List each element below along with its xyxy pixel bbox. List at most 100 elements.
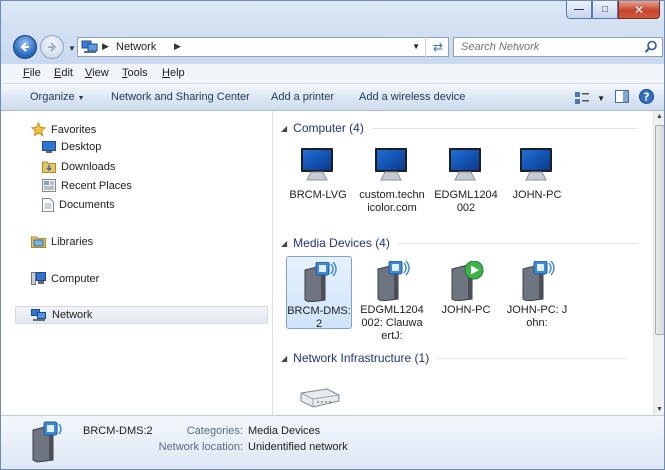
network-location-icon (81, 40, 99, 57)
sidebar-item-label: Documents (59, 199, 115, 211)
computer-tile-brcm-lvg[interactable]: BRCM-LVG (285, 144, 351, 202)
help-button[interactable]: ? (639, 89, 654, 107)
documents-icon (42, 198, 54, 212)
collapse-triangle-icon[interactable]: ◢ (281, 124, 287, 133)
collapse-triangle-icon[interactable]: ◢ (281, 354, 287, 363)
media-tile-edgml1204002[interactable]: EDGML1204002: ClauwaertJ: (359, 259, 425, 343)
media-tile-john-pc[interactable]: JOHN-PC (433, 259, 499, 317)
computer-tile-edgml1204002[interactable]: EDGML1204002 (433, 144, 499, 215)
tile-label: custom.technicolor.com (359, 189, 425, 214)
group-divider (397, 242, 638, 244)
group-title: Computer (4) (293, 121, 364, 135)
router-icon (286, 373, 352, 409)
search-icon[interactable] (644, 40, 658, 57)
preview-pane-button[interactable] (615, 90, 629, 106)
menu-tools[interactable]: Tools (122, 67, 148, 79)
menu-help[interactable]: Help (162, 67, 185, 79)
breadcrumb-network[interactable]: Network (116, 41, 156, 53)
menu-edit[interactable]: Edit (54, 67, 73, 79)
computer-monitor-icon (285, 144, 351, 186)
menu-file[interactable]: File (23, 67, 41, 79)
group-divider (437, 357, 628, 359)
media-player-icon (433, 259, 499, 301)
vertical-scrollbar[interactable]: ▲ ▼ (653, 111, 664, 415)
sidebar-item-favorites[interactable]: Favorites (31, 122, 96, 137)
details-pane: BRCM-DMS:2 Categories: Media Devices Net… (1, 415, 664, 469)
maximize-button[interactable]: □ (592, 1, 618, 19)
media-server-icon (29, 420, 65, 467)
details-location-label: Network location: (158, 441, 243, 453)
help-icon: ? (639, 89, 654, 104)
sidebar-item-recent-places[interactable]: Recent Places (42, 179, 132, 192)
sidebar-item-computer[interactable]: Computer (31, 272, 99, 286)
sidebar-item-label: Recent Places (61, 179, 132, 192)
organize-label: Organize (30, 91, 75, 103)
tile-label: JOHN-PC: John: (506, 304, 568, 329)
group-header-network-infrastructure[interactable]: ◢ Network Infrastructure (1) (281, 351, 628, 365)
libraries-icon (31, 236, 46, 248)
group-header-media-devices[interactable]: ◢ Media Devices (4) (281, 236, 638, 250)
details-categories-value: Media Devices (248, 425, 321, 437)
tile-label: EDGML1204002 (434, 189, 498, 214)
media-tile-john-pc-john[interactable]: JOHN-PC: John: (504, 259, 570, 330)
forward-arrow-icon (48, 42, 57, 52)
organize-button[interactable]: Organize ▼ (30, 91, 85, 103)
add-wireless-device-button[interactable]: Add a wireless device (359, 91, 465, 103)
scrollbar-thumb[interactable] (655, 125, 664, 335)
navigation-pane: Favorites Desktop Downloads Recent Place… (1, 111, 273, 415)
chevron-down-icon: ▼ (597, 93, 605, 103)
sidebar-item-libraries[interactable]: Libraries (31, 235, 93, 248)
sidebar-item-label: Desktop (61, 141, 102, 153)
chevron-down-icon: ▼ (77, 95, 85, 102)
search-input[interactable] (459, 40, 643, 54)
breadcrumb-separator-icon[interactable]: ▶ (174, 41, 181, 52)
address-dropdown-icon[interactable]: ▼ (412, 42, 420, 51)
menu-view[interactable]: View (85, 67, 109, 79)
navigation-bar: ▼ ▶ Network ▶ ▼ ⇄ (13, 35, 663, 61)
tile-label: EDGML1204002: ClauwaertJ: (360, 304, 424, 342)
caption-buttons: — □ ✕ (566, 1, 660, 19)
tile-label: BRCM-LVG (289, 189, 347, 201)
sidebar-item-documents[interactable]: Documents (42, 198, 115, 212)
search-box[interactable] (453, 37, 663, 57)
computer-tile-custom-technicolor[interactable]: custom.technicolor.com (359, 144, 425, 215)
media-server-icon (287, 260, 351, 302)
recent-pages-dropdown-icon[interactable]: ▼ (68, 44, 76, 53)
computer-tile-john-pc[interactable]: JOHN-PC (504, 144, 570, 202)
desktop-icon (42, 141, 56, 153)
breadcrumb-separator-icon[interactable]: ▶ (102, 41, 109, 52)
add-printer-button[interactable]: Add a printer (271, 91, 334, 103)
collapse-triangle-icon[interactable]: ◢ (281, 239, 287, 248)
sidebar-item-downloads[interactable]: Downloads (42, 160, 115, 173)
refresh-button[interactable]: ⇄ (425, 37, 450, 57)
forward-button[interactable] (40, 35, 64, 59)
network-icon (31, 308, 46, 321)
refresh-icon: ⇄ (432, 40, 444, 54)
sidebar-item-desktop[interactable]: Desktop (42, 141, 101, 153)
close-icon: ✕ (633, 2, 645, 17)
group-divider (371, 127, 637, 129)
tile-label: JOHN-PC (441, 304, 491, 316)
minimize-icon: — (574, 4, 584, 15)
computer-monitor-icon (433, 144, 499, 186)
sidebar-item-label: Libraries (51, 235, 94, 248)
minimize-button[interactable]: — (566, 1, 592, 19)
network-sharing-center-button[interactable]: Network and Sharing Center (111, 91, 250, 103)
command-bar: Organize ▼ Network and Sharing Center Add… (1, 84, 664, 111)
infrastructure-tile-router[interactable] (286, 373, 352, 413)
change-view-button[interactable]: ▼ (575, 92, 605, 104)
group-title: Network Infrastructure (1) (293, 351, 430, 365)
scroll-up-icon[interactable]: ▲ (656, 113, 663, 120)
sidebar-item-label: Favorites (51, 123, 97, 136)
sidebar-item-network[interactable]: Network (15, 306, 268, 324)
sidebar-item-label: Computer (51, 273, 100, 285)
close-button[interactable]: ✕ (618, 1, 660, 19)
address-bar[interactable]: ▶ Network ▶ ▼ (77, 37, 449, 57)
explorer-window: — □ ✕ ▼ ▶ Network ▶ ▼ ⇄ Fil (0, 0, 665, 470)
back-button[interactable] (13, 35, 37, 59)
group-header-computer[interactable]: ◢ Computer (4) (281, 121, 637, 135)
media-tile-brcm-dms[interactable]: BRCM-DMS:2 (286, 256, 352, 330)
scroll-down-icon[interactable]: ▼ (656, 406, 663, 413)
media-server-icon (504, 259, 570, 301)
sidebar-item-label: Network (52, 309, 93, 321)
